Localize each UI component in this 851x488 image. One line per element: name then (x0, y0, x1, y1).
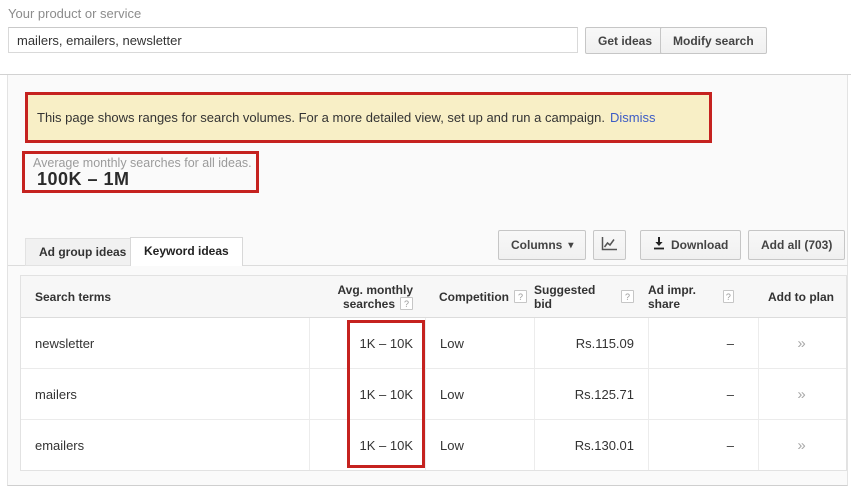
search-input[interactable] (8, 27, 578, 53)
modify-search-label: Modify search (673, 34, 754, 48)
header-avg-monthly-searches: Avg. monthly searches ? (309, 276, 425, 317)
suggested-bid-label: Suggested bid (534, 283, 616, 311)
download-button[interactable]: Download (640, 230, 741, 260)
add-to-plan-button[interactable]: » (797, 335, 805, 352)
add-to-plan-cell: » (758, 420, 844, 470)
suggested-bid-cell: Rs.115.09 (534, 318, 648, 368)
competition-cell: Low (425, 369, 534, 419)
search-volume-notice: This page shows ranges for search volume… (28, 95, 709, 140)
keyword-cell: mailers (21, 369, 309, 419)
dismiss-link[interactable]: Dismiss (610, 110, 656, 125)
table-row: mailers 1K – 10K Low Rs.125.71 – » (21, 369, 846, 420)
table-row: emailers 1K – 10K Low Rs.130.01 – » (21, 420, 846, 470)
notice-text: This page shows ranges for search volume… (37, 110, 605, 125)
get-ideas-label: Get ideas (598, 34, 652, 48)
ad-impr-share-cell: – (648, 318, 758, 368)
tab-keyword-ideas[interactable]: Keyword ideas (130, 237, 243, 266)
avg-monthly-searches-label: Average monthly searches for all ideas. (33, 156, 252, 170)
help-icon[interactable]: ? (723, 290, 734, 303)
add-to-plan-cell: » (758, 318, 844, 368)
header-add-to-plan: Add to plan (758, 276, 844, 317)
add-to-plan-button[interactable]: » (797, 437, 805, 454)
help-icon[interactable]: ? (621, 290, 634, 303)
chart-view-button[interactable] (593, 230, 626, 260)
avg-monthly-line2: searches (343, 297, 395, 311)
avg-monthly-searches-cell: 1K – 10K (309, 420, 425, 470)
download-icon (653, 237, 665, 253)
competition-cell: Low (425, 318, 534, 368)
keyword-planner-page: Your product or service Get ideas Modify… (0, 0, 851, 488)
header-competition: Competition ? (425, 276, 534, 317)
keyword-ideas-table: Search terms Avg. monthly searches ? Com… (20, 275, 847, 471)
ad-impr-share-label: Ad impr. share (648, 283, 718, 311)
header-ad-impr-share: Ad impr. share ? (648, 276, 758, 317)
add-to-plan-button[interactable]: » (797, 386, 805, 403)
columns-label: Columns (511, 238, 562, 252)
keyword-cell: newsletter (21, 318, 309, 368)
help-icon[interactable]: ? (400, 297, 413, 310)
download-label: Download (671, 238, 728, 252)
line-chart-icon (601, 236, 618, 254)
get-ideas-button[interactable]: Get ideas (585, 27, 665, 54)
add-all-button[interactable]: Add all (703) (748, 230, 845, 260)
product-service-label: Your product or service (8, 6, 141, 21)
tab-ad-group-ideas[interactable]: Ad group ideas (25, 238, 140, 266)
columns-dropdown-button[interactable]: Columns ▾ (498, 230, 586, 260)
suggested-bid-cell: Rs.125.71 (534, 369, 648, 419)
ad-impr-share-cell: – (648, 369, 758, 419)
avg-monthly-searches-cell: 1K – 10K (309, 369, 425, 419)
keyword-cell: emailers (21, 420, 309, 470)
chevron-down-icon: ▾ (568, 240, 573, 251)
ad-impr-share-cell: – (648, 420, 758, 470)
avg-monthly-line1: Avg. monthly (337, 283, 413, 297)
modify-search-button[interactable]: Modify search (660, 27, 767, 54)
avg-monthly-searches-cell: 1K – 10K (309, 318, 425, 368)
help-icon[interactable]: ? (514, 290, 527, 303)
avg-monthly-searches-value: 100K – 1M (37, 169, 130, 190)
competition-cell: Low (425, 420, 534, 470)
header-search-terms: Search terms (21, 276, 309, 317)
suggested-bid-cell: Rs.130.01 (534, 420, 648, 470)
table-header-row: Search terms Avg. monthly searches ? Com… (21, 276, 846, 318)
add-to-plan-cell: » (758, 369, 844, 419)
competition-label: Competition (439, 290, 509, 304)
add-all-label: Add all (703) (761, 238, 832, 252)
table-row: newsletter 1K – 10K Low Rs.115.09 – » (21, 318, 846, 369)
header-suggested-bid: Suggested bid ? (534, 276, 648, 317)
